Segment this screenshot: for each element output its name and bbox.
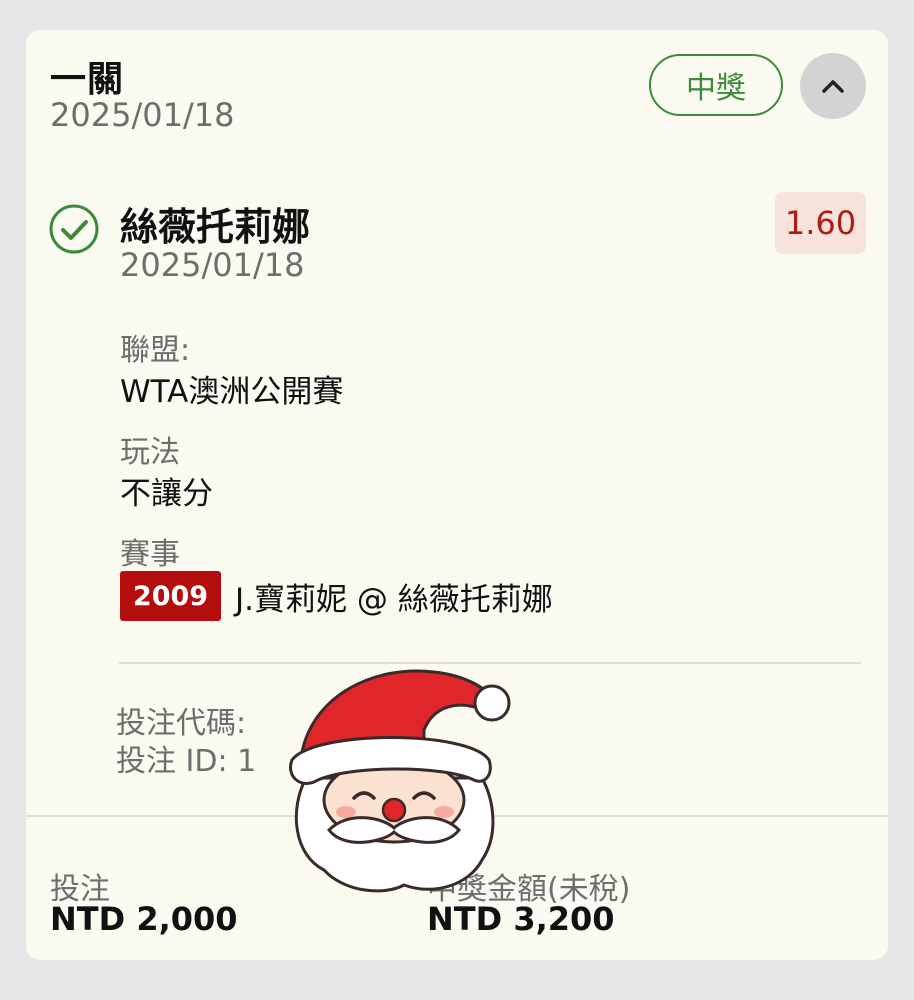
event-name: J.寶莉妮 @ 絲薇托莉娜	[235, 581, 553, 618]
selection-date: 2025/01/18	[120, 246, 305, 284]
status-badge: 中獎	[649, 54, 783, 116]
bet-id: 投注 ID: 1	[116, 744, 257, 779]
event-label: 賽事	[120, 537, 180, 572]
market-label: 玩法	[120, 435, 180, 470]
event-row: 2009 J.寶莉妮 @ 絲薇托莉娜	[120, 571, 553, 621]
odds-value: 1.60	[784, 204, 857, 242]
market-value: 不讓分	[120, 476, 213, 512]
selection-name: 絲薇托莉娜	[120, 205, 311, 249]
bet-card: 一關 2025/01/18 中獎 絲薇托莉娜 2025/01/18 1.60 聯…	[26, 30, 888, 960]
santa-sticker-icon	[289, 669, 511, 893]
league-value: WTA澳洲公開賽	[120, 374, 344, 410]
stake-value: NTD 2,000	[50, 900, 238, 938]
bet-type-title: 一關	[50, 59, 125, 100]
check-circle-icon	[49, 204, 99, 254]
status-badge-label: 中獎	[686, 71, 746, 106]
league-label: 聯盟:	[120, 333, 191, 368]
odds-badge: 1.60	[775, 192, 866, 254]
payout-value: NTD 3,200	[427, 900, 615, 938]
collapse-button[interactable]	[800, 53, 866, 119]
chevron-up-icon	[822, 80, 844, 93]
bet-date: 2025/01/18	[50, 96, 235, 134]
event-code-badge: 2009	[120, 571, 221, 621]
